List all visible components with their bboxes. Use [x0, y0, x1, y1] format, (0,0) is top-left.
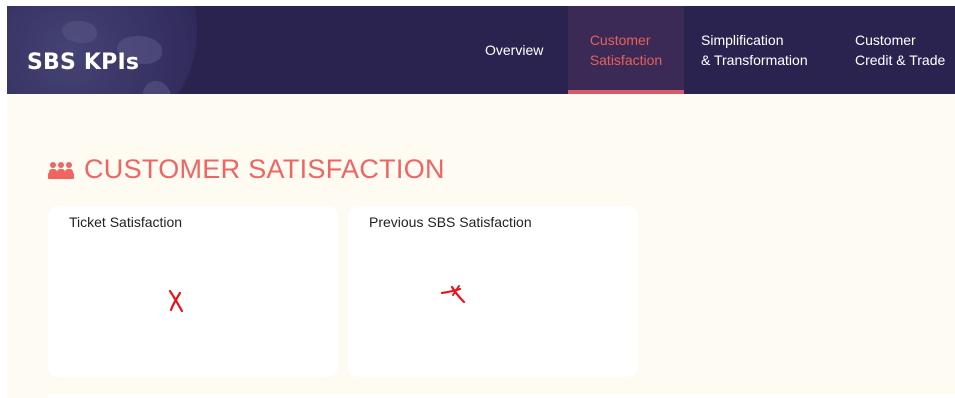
globe-landmass	[62, 21, 97, 43]
top-navigation-bar: SBS KPIs Overview Customer Satisfaction …	[7, 6, 955, 94]
card-title: Ticket Satisfaction	[69, 214, 183, 230]
broken-image-icon	[440, 285, 466, 304]
kpi-card-previous-sbs-satisfaction: Previous SBS Satisfaction	[348, 206, 638, 377]
nav-tab-simplification-transformation[interactable]: Simplification & Transformation	[701, 6, 808, 94]
nav-tab-overview[interactable]: Overview	[485, 6, 543, 94]
people-meeting-icon	[48, 159, 74, 181]
active-tab-indicator	[568, 90, 684, 94]
nav-tab-customer-satisfaction[interactable]: Customer Satisfaction	[568, 6, 684, 94]
nav-tab-label: Simplification & Transformation	[701, 32, 808, 68]
kpi-card-ticket-satisfaction: Ticket Satisfaction	[48, 206, 338, 377]
next-card-row-edge	[48, 394, 955, 398]
nav-tab-label: Overview	[485, 42, 544, 58]
dashboard-frame: SBS KPIs Overview Customer Satisfaction …	[7, 6, 955, 398]
section-heading: CUSTOMER SATISFACTION	[48, 154, 445, 185]
brand-title: SBS KPIs	[27, 50, 140, 75]
section-title-text: CUSTOMER SATISFACTION	[84, 154, 445, 184]
nav-tab-label: Customer Satisfaction	[589, 32, 663, 68]
nav-tab-label: Customer Credit & Trade	[855, 32, 946, 68]
card-title: Previous SBS Satisfaction	[369, 214, 532, 230]
globe-landmass	[142, 81, 172, 94]
broken-image-icon	[168, 289, 184, 313]
nav-tab-customer-credit-trade[interactable]: Customer Credit & Trade	[855, 6, 945, 94]
page: SBS KPIs Overview Customer Satisfaction …	[0, 0, 955, 398]
